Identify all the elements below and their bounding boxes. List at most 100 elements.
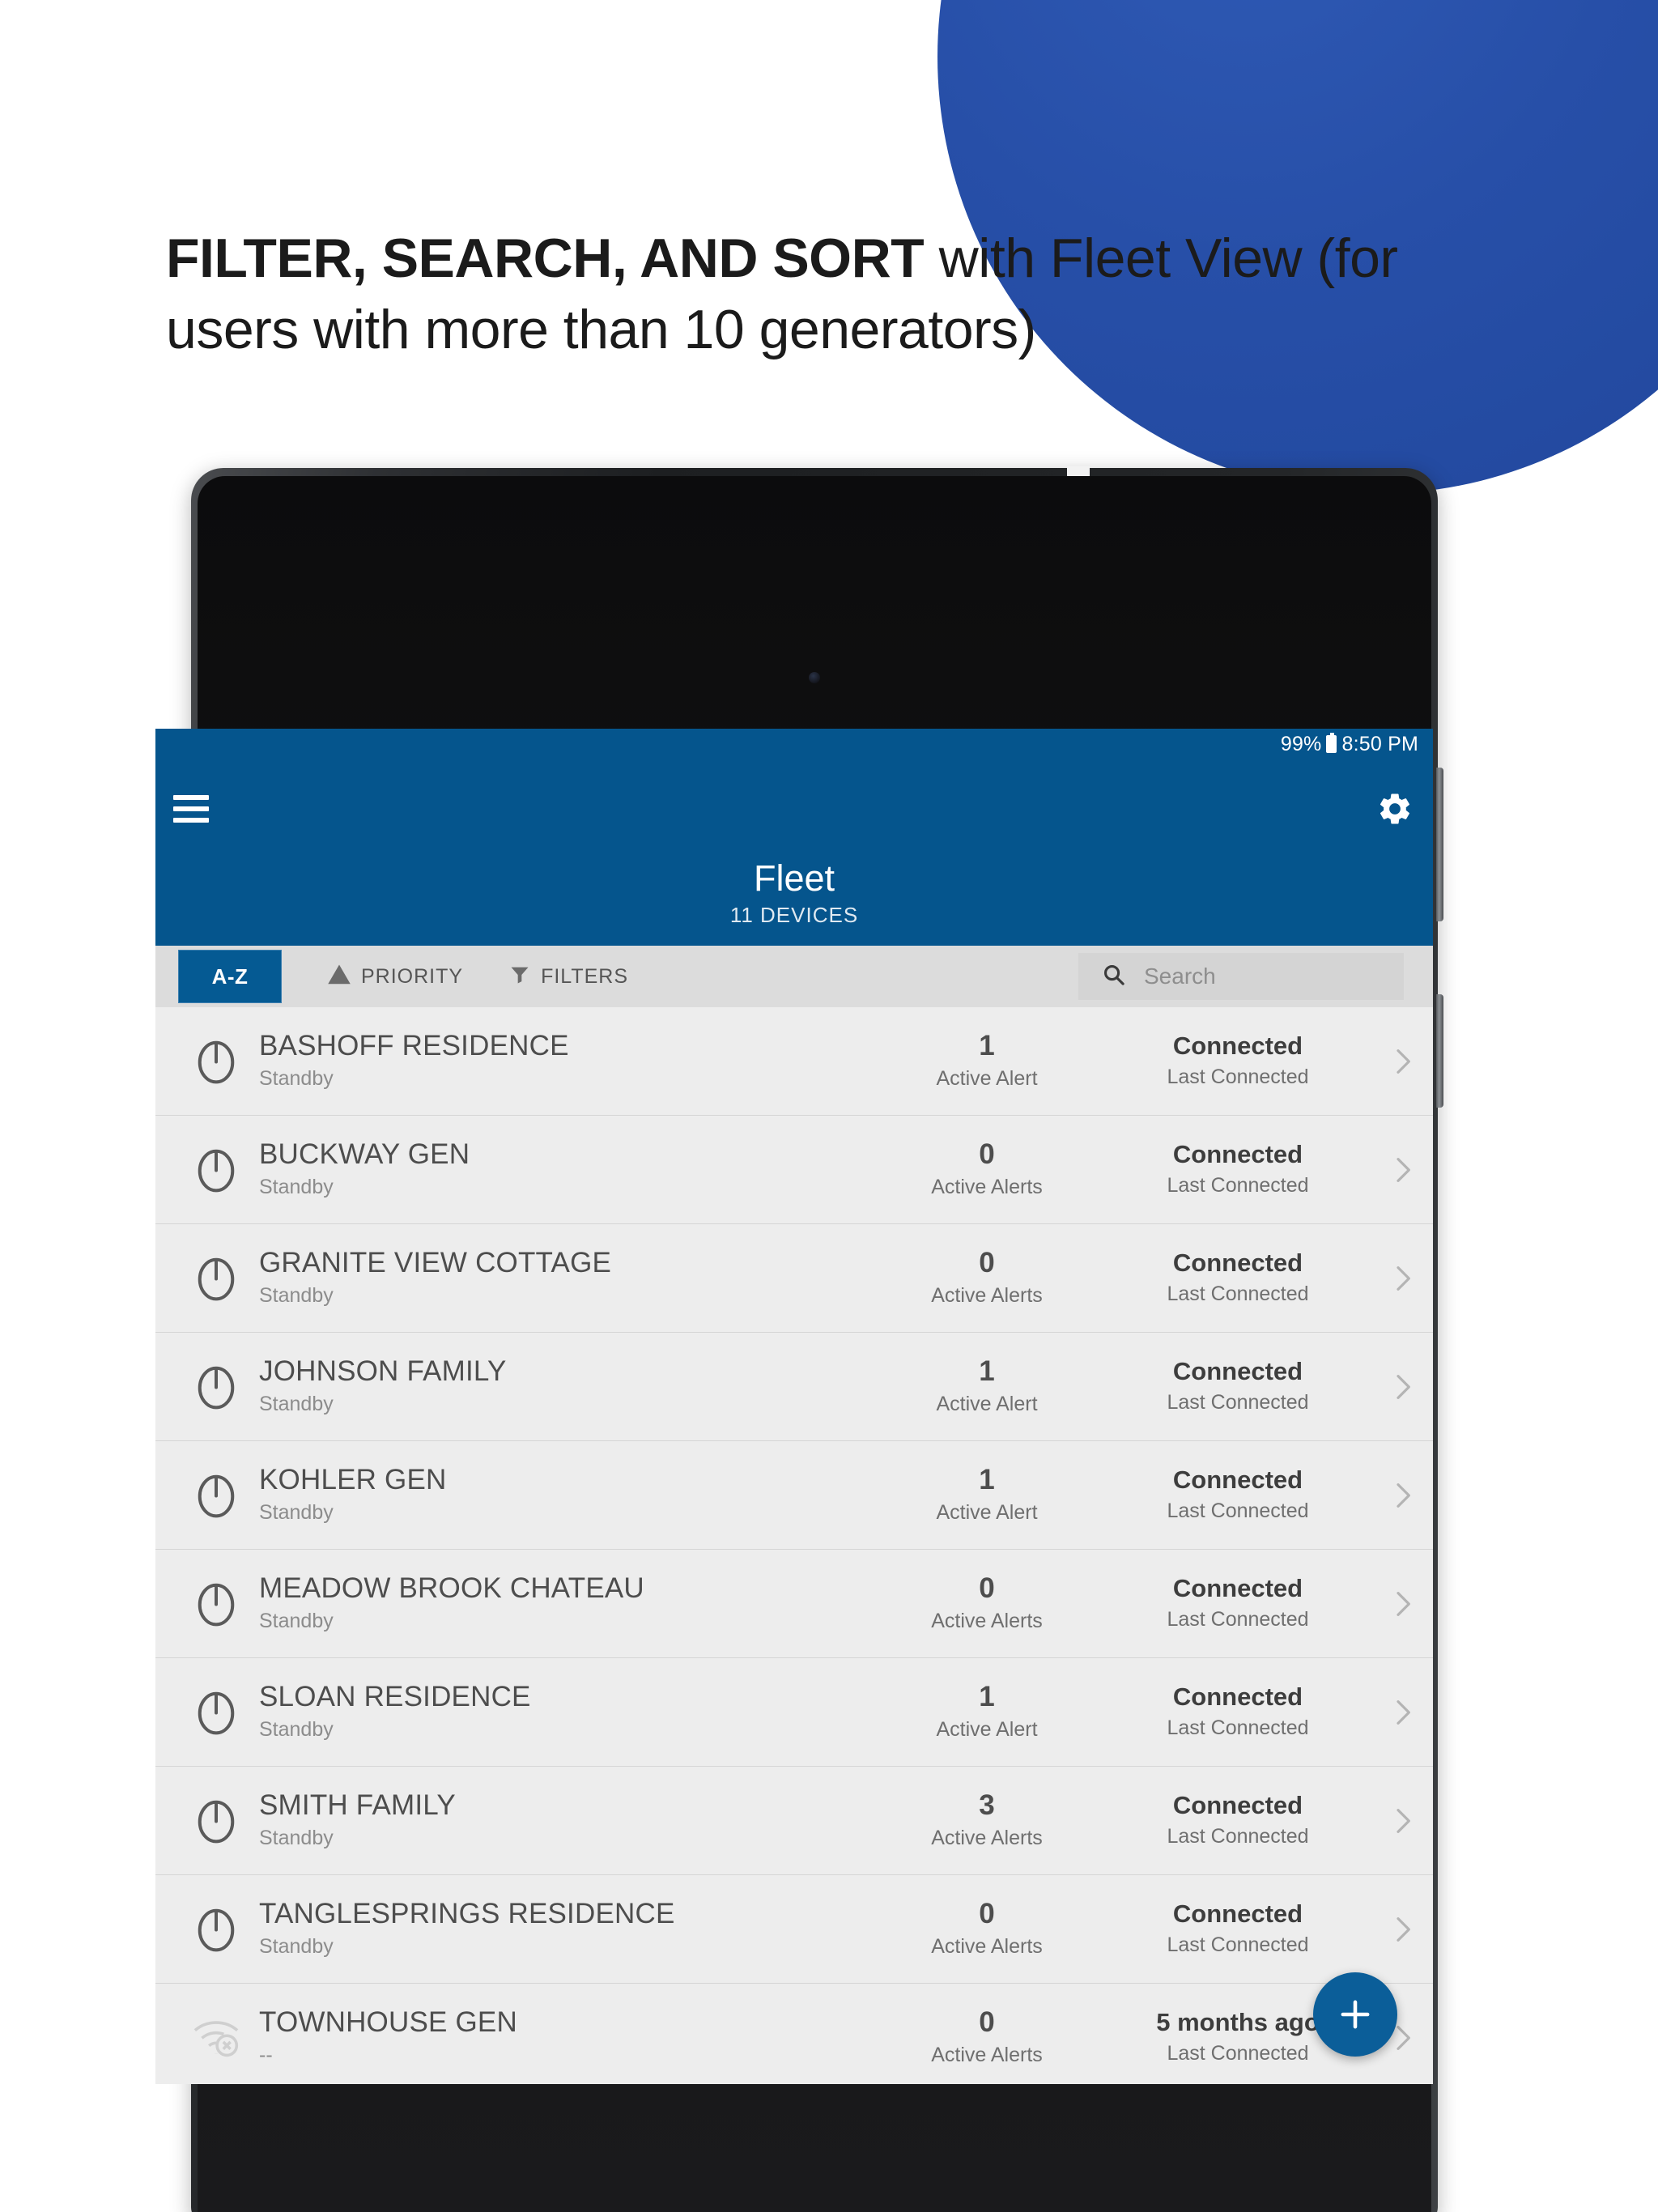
device-name: SMITH FAMILY (259, 1789, 456, 1822)
wifi-off-icon (186, 2011, 246, 2065)
add-device-button[interactable] (1313, 1972, 1397, 2057)
chevron-right-icon[interactable] (1371, 1479, 1433, 1512)
sort-az-button[interactable]: A-Z (178, 950, 282, 1003)
funnel-icon (508, 963, 531, 990)
table-row[interactable]: JOHNSON FAMILY Standby 1 Active Alert Connec… (155, 1333, 1433, 1441)
app-screen: 99% 8:50 PM Fleet 11 DEVICES A-Z PRIORIT… (155, 729, 1433, 2084)
alert-count: 1 (979, 1680, 995, 1712)
front-camera-icon (809, 672, 820, 683)
search-icon (1101, 962, 1126, 991)
filters-label: FILTERS (541, 964, 629, 988)
device-alerts: 1 Active Alert (869, 1465, 1104, 1525)
device-alerts: 1 Active Alert (869, 1682, 1104, 1742)
table-row[interactable]: MEADOW BROOK CHATEAU Standby 0 Active Alert… (155, 1550, 1433, 1658)
alert-label: Active Alerts (931, 1176, 1043, 1199)
connection-status: Connected (1172, 1248, 1303, 1277)
power-standby-icon (186, 1144, 246, 1196)
table-row[interactable]: KOHLER GEN Standby 1 Active Alert Connected L… (155, 1441, 1433, 1550)
chevron-right-icon[interactable] (1371, 1045, 1433, 1078)
page-title: FILTER, SEARCH, AND SORT with Fleet View… (166, 223, 1494, 366)
chevron-right-icon[interactable] (1371, 1588, 1433, 1620)
hamburger-bar-2 (173, 806, 209, 811)
hamburger-bar-3 (173, 818, 209, 823)
warning-triangle-icon (327, 963, 351, 991)
table-row[interactable]: TANGLESPRINGS RESIDENCE Standby 0 Active Al… (155, 1875, 1433, 1984)
connection-status: Connected (1172, 1356, 1303, 1385)
battery-percent-text: 99% (1280, 732, 1322, 755)
device-alerts: 0 Active Alerts (869, 1573, 1104, 1634)
device-connection: Connected Last Connected (1104, 1899, 1371, 1958)
alert-label: Active Alerts (931, 1827, 1043, 1850)
chevron-right-icon[interactable] (1371, 1805, 1433, 1837)
table-row[interactable]: BUCKWAY GEN Standby 0 Active Alerts Connecte… (155, 1116, 1433, 1224)
chevron-right-icon[interactable] (1371, 1154, 1433, 1186)
device-state: Standby (259, 1500, 334, 1524)
device-state: Standby (259, 1717, 334, 1741)
table-row[interactable]: SMITH FAMILY Standby 3 Active Alerts Connect… (155, 1767, 1433, 1875)
device-name: BASHOFF RESIDENCE (259, 1030, 569, 1062)
hamburger-menu-icon[interactable] (173, 795, 209, 823)
device-alerts: 0 Active Alerts (869, 2006, 1104, 2068)
alert-label: Active Alerts (931, 1935, 1043, 1959)
device-alerts: 0 Active Alerts (869, 1139, 1104, 1200)
alert-count: 0 (979, 2006, 995, 2038)
device-state: Standby (259, 1392, 334, 1415)
search-input[interactable]: Search (1078, 953, 1404, 1000)
device-name: GRANITE VIEW COTTAGE (259, 1247, 612, 1279)
device-info: GRANITE VIEW COTTAGE Standby (259, 1247, 869, 1308)
table-row[interactable]: GRANITE VIEW COTTAGE Standby 0 Active Alert… (155, 1224, 1433, 1333)
table-row[interactable]: BASHOFF RESIDENCE Standby 1 Active Alert Con… (155, 1007, 1433, 1116)
status-bar: 99% 8:50 PM (155, 729, 1433, 759)
alert-label: Active Alerts (931, 1284, 1043, 1308)
device-connection: Connected Last Connected (1104, 1139, 1371, 1198)
table-row[interactable]: TOWNHOUSE GEN -- 0 Active Alerts 5 months ag… (155, 1984, 1433, 2084)
table-row[interactable]: SLOAN RESIDENCE Standby 1 Active Alert Conne… (155, 1658, 1433, 1767)
chevron-right-icon[interactable] (1371, 1696, 1433, 1729)
device-alerts: 1 Active Alert (869, 1356, 1104, 1417)
priority-sort-button[interactable]: PRIORITY (327, 963, 463, 991)
device-alerts: 3 Active Alerts (869, 1790, 1104, 1851)
alert-count: 1 (979, 1029, 995, 1061)
connection-status: Connected (1172, 1899, 1303, 1928)
alert-count: 0 (979, 1246, 995, 1278)
connection-status: Connected (1172, 1139, 1303, 1168)
power-standby-icon (186, 1578, 246, 1630)
device-connection: Connected Last Connected (1104, 1248, 1371, 1307)
device-connection: Connected Last Connected (1104, 1465, 1371, 1524)
device-alerts: 0 Active Alerts (869, 1246, 1104, 1308)
device-list: BASHOFF RESIDENCE Standby 1 Active Alert Con… (155, 1007, 1433, 2084)
device-state: Standby (259, 1609, 334, 1632)
gear-icon[interactable] (1376, 790, 1414, 827)
alert-count: 1 (979, 1463, 995, 1495)
alert-label: Active Alert (936, 1718, 1038, 1742)
device-state: Standby (259, 1283, 334, 1307)
device-name: TOWNHOUSE GEN (259, 2006, 517, 2039)
device-name: JOHNSON FAMILY (259, 1355, 507, 1388)
connection-label: Last Connected (1167, 1608, 1309, 1631)
device-connection: Connected Last Connected (1104, 1356, 1371, 1415)
tablet-power-button[interactable] (1436, 768, 1443, 921)
tablet-volume-button[interactable] (1436, 994, 1443, 1108)
alert-label: Active Alert (936, 1393, 1038, 1416)
connection-label: Last Connected (1167, 1825, 1309, 1848)
alert-label: Active Alerts (931, 2044, 1043, 2067)
connection-status: Connected (1172, 1465, 1303, 1494)
page-root: FILTER, SEARCH, AND SORT with Fleet View… (0, 0, 1658, 2212)
power-standby-icon (186, 1470, 246, 1521)
app-title: Fleet (753, 857, 835, 899)
device-state: -- (259, 2043, 273, 2066)
chevron-right-icon[interactable] (1371, 1371, 1433, 1403)
device-name: BUCKWAY GEN (259, 1138, 470, 1171)
headline-bold-text: FILTER, SEARCH, AND SORT (166, 228, 925, 289)
alert-count: 0 (979, 1897, 995, 1929)
power-standby-icon (186, 1795, 246, 1847)
device-info: SLOAN RESIDENCE Standby (259, 1682, 869, 1742)
chevron-right-icon[interactable] (1371, 1913, 1433, 1946)
filters-button[interactable]: FILTERS (508, 963, 628, 990)
clock-text: 8:50 PM (1341, 732, 1418, 755)
chevron-right-icon[interactable] (1371, 1262, 1433, 1295)
device-info: JOHNSON FAMILY Standby (259, 1355, 869, 1416)
search-placeholder-text: Search (1144, 963, 1216, 989)
connection-label: Last Connected (1167, 1391, 1309, 1414)
device-connection: Connected Last Connected (1104, 1575, 1371, 1632)
